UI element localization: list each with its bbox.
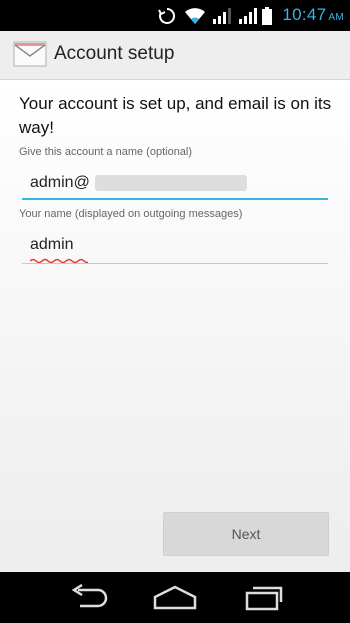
home-icon[interactable]: [152, 584, 198, 612]
your-name-field[interactable]: [22, 230, 336, 260]
wifi-icon: [185, 8, 205, 24]
account-setup-form: Your account is set up, and email is on …: [0, 80, 350, 572]
signal-icon: [239, 8, 257, 24]
back-icon[interactable]: [66, 584, 110, 612]
redacted-email: [95, 175, 247, 191]
clock-time: 10:47: [282, 5, 327, 24]
action-bar: Account setup: [0, 31, 350, 80]
signal-icon: [213, 8, 231, 24]
sync-icon: [158, 7, 176, 24]
status-bar: 10:47 AM: [0, 0, 350, 31]
page-title: Account setup: [54, 43, 175, 64]
account-name-label: Give this account a name (optional): [19, 146, 193, 158]
setup-headline: Your account is set up, and email is on …: [19, 94, 332, 137]
your-name-underline: [22, 263, 328, 264]
next-button[interactable]: Next: [163, 512, 329, 556]
clock-ampm: AM: [328, 12, 344, 23]
navigation-bar: [0, 572, 350, 623]
account-name-underline: [22, 198, 328, 200]
email-icon: [13, 41, 47, 67]
battery-icon: [262, 7, 272, 25]
your-name-label: Your name (displayed on outgoing message…: [19, 208, 243, 220]
clock: 10:47 AM: [282, 5, 344, 25]
recent-apps-icon[interactable]: [244, 584, 284, 612]
